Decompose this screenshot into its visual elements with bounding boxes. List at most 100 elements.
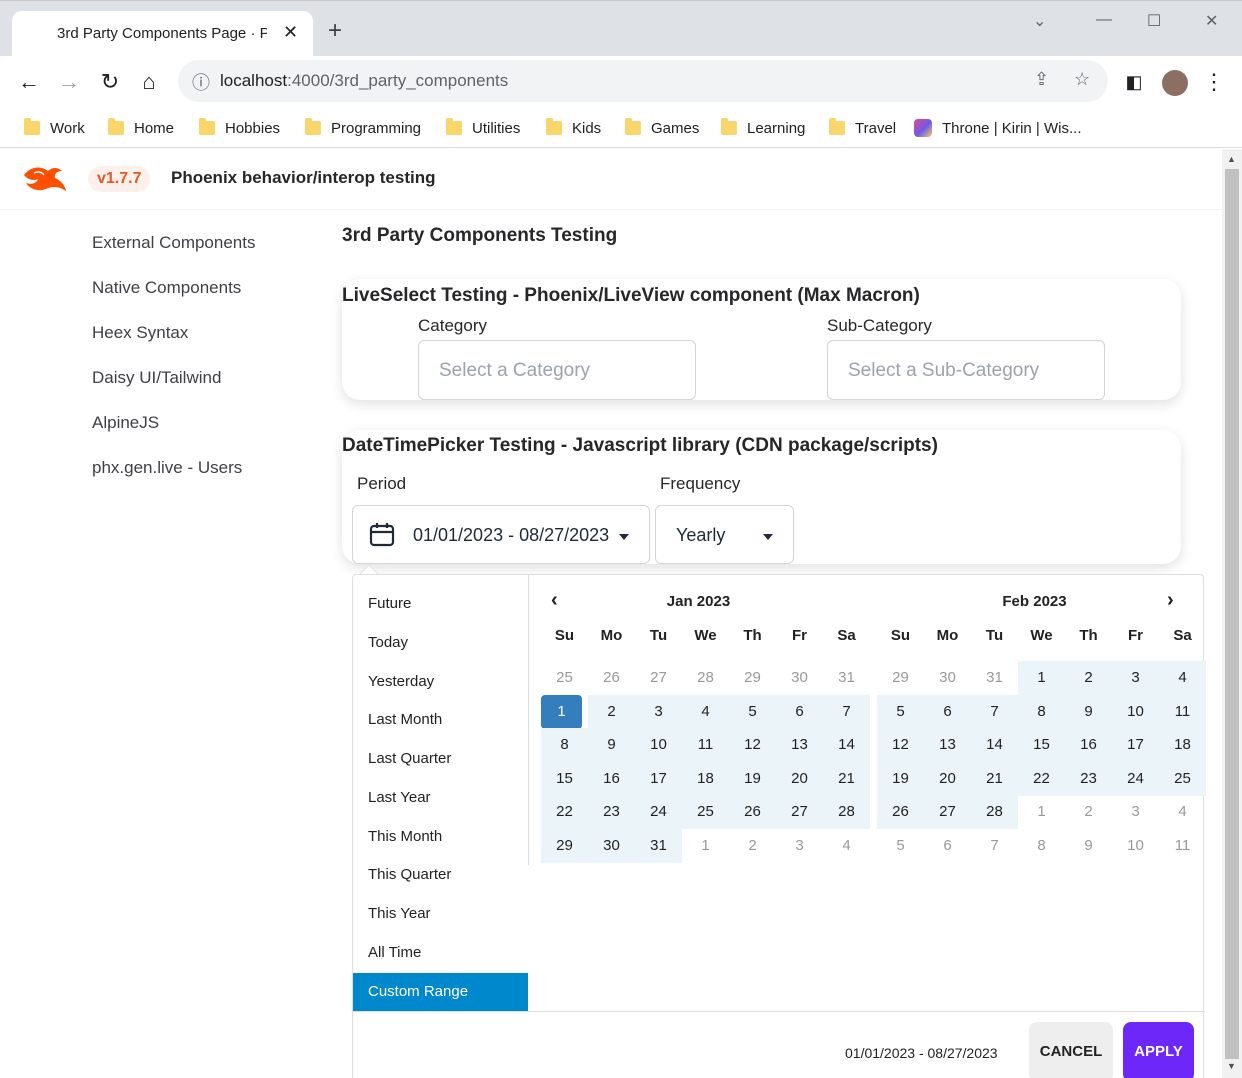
back-icon[interactable]: ← (15, 68, 43, 96)
bookmark-kids[interactable]: Kids (546, 116, 601, 140)
calendar-day[interactable]: 29 (541, 828, 588, 863)
calendar-day[interactable]: 6 (924, 829, 971, 863)
bookmark-work[interactable]: Work (24, 116, 85, 140)
browser-tab[interactable]: 3rd Party Components Page · Phoenix Fram… (12, 11, 313, 57)
calendar-day[interactable]: 11 (682, 728, 729, 762)
calendar-day[interactable]: 5 (877, 829, 924, 863)
close-tab-icon[interactable]: ✕ (283, 23, 298, 41)
calendar-day[interactable]: 21 (823, 761, 870, 796)
calendar-day[interactable]: 14 (823, 728, 870, 762)
bookmark-throne[interactable]: Throne | Kirin | Wis... (914, 116, 1082, 140)
calendar-day[interactable]: 27 (635, 661, 682, 695)
cancel-button[interactable]: CANCEL (1029, 1022, 1113, 1078)
calendar-day[interactable]: 13 (924, 728, 971, 762)
calendar-day[interactable]: 21 (971, 761, 1018, 796)
calendar-day[interactable]: 28 (823, 795, 870, 829)
calendar-day[interactable]: 7 (971, 829, 1018, 863)
range-future[interactable]: Future (353, 585, 528, 623)
bookmark-travel[interactable]: Travel (829, 116, 896, 140)
calendar-day[interactable]: 2 (588, 694, 635, 729)
apply-button[interactable]: APPLY (1123, 1022, 1194, 1078)
range-yesterday[interactable]: Yesterday (353, 663, 528, 701)
scrollbar-thumb[interactable] (1225, 169, 1239, 1059)
calendar-day[interactable]: 24 (635, 795, 682, 829)
calendar-day[interactable]: 4 (1159, 661, 1206, 695)
calendar-day[interactable]: 7 (823, 694, 870, 729)
calendar-day[interactable]: 8 (1018, 829, 1065, 863)
sidebar-item-users[interactable]: phx.gen.live - Users (92, 458, 242, 478)
sidebar-item-native-components[interactable]: Native Components (92, 278, 241, 298)
range-last-year[interactable]: Last Year (353, 779, 528, 817)
calendar-day[interactable]: 12 (877, 728, 924, 762)
calendar-day[interactable]: 23 (588, 795, 635, 829)
new-tab-icon[interactable]: + (328, 19, 342, 43)
calendar-day[interactable]: 1 (1018, 661, 1065, 695)
calendar-day[interactable]: 30 (924, 661, 971, 695)
url-text[interactable]: localhost:4000/3rd_party_components (220, 71, 508, 91)
calendar-day[interactable]: 28 (682, 661, 729, 695)
calendar-day[interactable]: 31 (971, 661, 1018, 695)
calendar-day[interactable]: 19 (877, 761, 924, 796)
range-this-month[interactable]: This Month (353, 818, 528, 856)
scroll-up-icon[interactable]: ▲ (1227, 154, 1236, 164)
calendar-day[interactable]: 8 (1018, 694, 1065, 729)
period-input[interactable]: 01/01/2023 - 08/27/2023 (352, 505, 650, 564)
calendar-day[interactable]: 24 (1112, 761, 1159, 796)
calendar-day[interactable]: 11 (1159, 829, 1206, 863)
range-last-quarter[interactable]: Last Quarter (353, 740, 528, 778)
category-select[interactable]: Select a Category (418, 340, 696, 400)
calendar-day[interactable]: 29 (877, 661, 924, 695)
calendar-day[interactable]: 2 (729, 829, 776, 863)
calendar-day[interactable]: 9 (1065, 829, 1112, 863)
phoenix-logo-icon[interactable] (22, 161, 68, 197)
range-this-quarter[interactable]: This Quarter (353, 856, 528, 894)
calendar-day[interactable]: 17 (635, 761, 682, 796)
calendar-day[interactable]: 9 (588, 728, 635, 762)
calendar-day[interactable]: 29 (729, 661, 776, 695)
calendar-day[interactable]: 5 (729, 694, 776, 729)
sidebar-item-alpinejs[interactable]: AlpineJS (92, 413, 159, 433)
calendar-day[interactable]: 3 (1112, 661, 1159, 695)
range-all-time[interactable]: All Time (353, 934, 528, 972)
bookmark-games[interactable]: Games (625, 116, 699, 140)
calendar-day[interactable]: 6 (776, 694, 823, 729)
calendar-day[interactable]: 16 (1065, 728, 1112, 762)
calendar-day[interactable]: 22 (541, 795, 588, 829)
sidebar-item-daisy-ui[interactable]: Daisy UI/Tailwind (92, 368, 221, 388)
minimize-icon[interactable]: — (1096, 11, 1112, 29)
range-today[interactable]: Today (353, 624, 528, 662)
home-icon[interactable]: ⌂ (135, 68, 163, 96)
calendar-day[interactable]: 20 (924, 761, 971, 796)
bookmark-learning[interactable]: Learning (721, 116, 805, 140)
calendar-day[interactable]: 3 (1112, 795, 1159, 829)
calendar-day[interactable]: 27 (776, 795, 823, 829)
calendar-day[interactable]: 2 (1065, 795, 1112, 829)
calendar-day[interactable]: 10 (635, 728, 682, 762)
calendar-day[interactable]: 26 (729, 795, 776, 829)
calendar-day[interactable]: 28 (971, 795, 1018, 829)
calendar-day[interactable]: 17 (1112, 728, 1159, 762)
scroll-down-icon[interactable]: ▼ (1227, 1061, 1236, 1071)
calendar-day[interactable]: 25 (1159, 761, 1206, 796)
share-icon[interactable]: ⇪ (1034, 69, 1049, 90)
subcategory-select[interactable]: Select a Sub-Category (827, 340, 1105, 400)
calendar-day[interactable]: 7 (971, 694, 1018, 729)
profile-avatar[interactable] (1161, 68, 1189, 97)
calendar-day[interactable]: 12 (729, 728, 776, 762)
sidebar-item-external-components[interactable]: External Components (92, 233, 255, 253)
calendar-day[interactable]: 26 (588, 661, 635, 695)
calendar-day[interactable]: 13 (776, 728, 823, 762)
next-month-icon[interactable]: › (1167, 589, 1174, 612)
calendar-day[interactable]: 10 (1112, 829, 1159, 863)
calendar-day[interactable]: 25 (541, 661, 588, 695)
calendar-day[interactable]: 30 (588, 828, 635, 863)
range-this-year[interactable]: This Year (353, 895, 528, 933)
calendar-day[interactable]: 3 (776, 829, 823, 863)
bookmark-star-icon[interactable]: ☆ (1074, 69, 1090, 90)
calendar-day[interactable]: 1 (682, 829, 729, 863)
maximize-icon[interactable]: ☐ (1147, 11, 1161, 31)
page-scrollbar[interactable]: ▲ ▼ (1222, 149, 1242, 1078)
calendar-day[interactable]: 3 (635, 694, 682, 729)
calendar-day[interactable]: 20 (776, 761, 823, 796)
sidebar-item-heex-syntax[interactable]: Heex Syntax (92, 323, 188, 343)
